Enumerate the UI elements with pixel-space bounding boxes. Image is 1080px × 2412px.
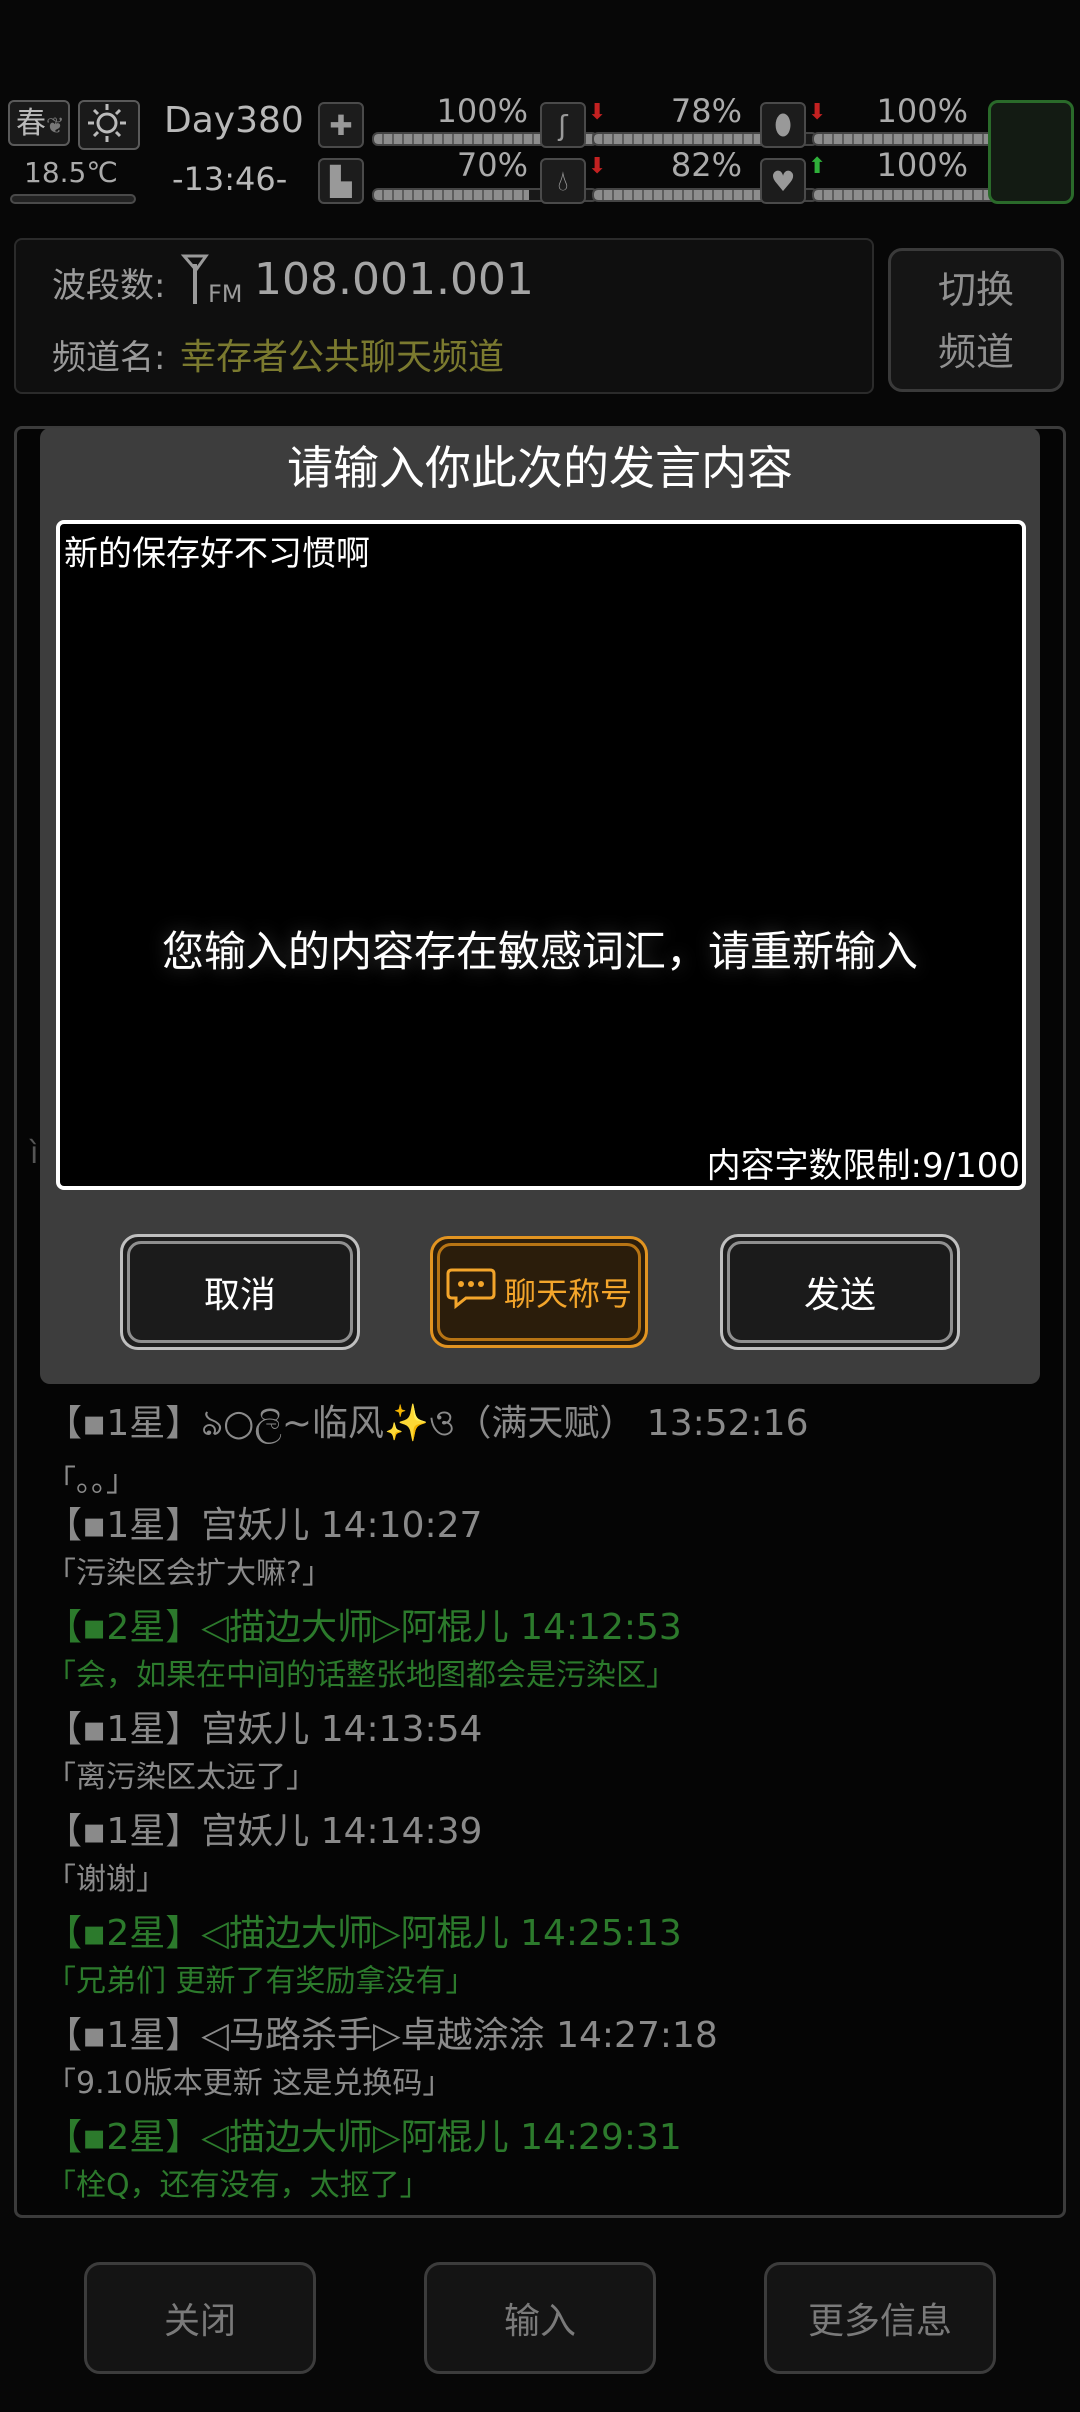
sensitive-word-toast: 您输入的内容存在敏感词汇，请重新输入 bbox=[161, 927, 918, 976]
stat-thirst-value: 82% bbox=[670, 146, 742, 184]
list-item: 【▪1星】ঌ○ලි~临风✨ও（满天赋） 13:52:16 「。。」 bbox=[46, 1394, 809, 1499]
char-limit-counter: 内容字数限制:9/100 bbox=[706, 1146, 1020, 1186]
message-body: 「会，如果在中间的话整张地图都会是污染区」 bbox=[46, 1658, 676, 1693]
message-header: 【▪2星】◁描边大师▷阿棍儿 14:12:53 bbox=[46, 1607, 682, 1648]
cancel-button[interactable]: 取消 bbox=[120, 1234, 360, 1350]
svg-text:FM: FM bbox=[208, 280, 243, 308]
leaf-icon: ❦ bbox=[46, 114, 65, 139]
switch-channel-line2: 频道 bbox=[937, 330, 1014, 374]
close-button[interactable]: 关闭 bbox=[84, 2262, 316, 2374]
list-item: 【▪1星】宫妖儿 14:10:27 「污染区会扩大嘛?」 bbox=[46, 1496, 808, 1598]
antenna-icon: FM bbox=[180, 252, 246, 312]
list-item: 【▪1星】◁马路杀手▷卓越涂涂 14:27:18 「9.10版本更新 这是兑换码… bbox=[46, 2006, 808, 2108]
temperature-bar bbox=[10, 194, 136, 204]
message-header: 【▪2星】◁描边大师▷阿棍儿 14:29:31 bbox=[46, 2117, 682, 2158]
stat-mood-value: 100% bbox=[876, 92, 968, 130]
more-info-button[interactable]: 更多信息 bbox=[764, 2262, 996, 2374]
message-text-area[interactable] bbox=[56, 520, 1026, 1190]
chat-bubble-icon bbox=[446, 1266, 496, 1318]
message-body: 「。。」 bbox=[46, 1464, 136, 1499]
message-body: 「污染区会扩大嘛?」 bbox=[46, 1556, 332, 1591]
chat-title-button[interactable]: 聊天称号 bbox=[430, 1236, 648, 1348]
switch-channel-line1: 切换 bbox=[937, 268, 1014, 312]
message-header: 【▪1星】宫妖儿 14:13:54 bbox=[46, 1709, 483, 1750]
chat-edge-glyph: ì bbox=[30, 1136, 39, 1171]
channel-label: 频道名: bbox=[52, 338, 166, 378]
stat-life-value: 100% bbox=[876, 146, 968, 184]
cancel-button-label: 取消 bbox=[127, 1241, 353, 1343]
stat-stamina-value: 70% bbox=[456, 146, 528, 184]
switch-channel-button[interactable]: 切换 频道 bbox=[888, 248, 1064, 392]
list-item: 【▪2星】◁描边大师▷阿棍儿 14:12:53 「会，如果在中间的话整张地图都会… bbox=[46, 1598, 808, 1700]
list-item: 【▪1星】宫妖儿 14:13:54 「离污染区太远了」 bbox=[46, 1700, 808, 1802]
chat-message-list: 【▪1星】ঌ○ලි~临风✨ও（满天赋） 13:52:16 「。。」 【▪1星】宫… bbox=[46, 1394, 808, 2210]
channel-name: 幸存者公共聊天频道 bbox=[180, 337, 505, 378]
message-input-value[interactable]: 新的保存好不习惯啊 bbox=[64, 526, 370, 575]
stat-thirst-fill bbox=[594, 190, 777, 200]
status-slot-button[interactable] bbox=[988, 100, 1074, 204]
send-button-label: 发送 bbox=[727, 1241, 953, 1343]
dialog-title: 请输入你此次的发言内容 bbox=[287, 441, 793, 495]
day-counter: Day380 bbox=[164, 100, 304, 141]
season-indicator: 春❦ bbox=[8, 100, 70, 146]
message-header: 【▪1星】宫妖儿 14:10:27 bbox=[46, 1505, 483, 1546]
game-time: -13:46- bbox=[172, 160, 288, 198]
message-header: 【▪1星】ঌ○ලි~临风✨ও（满天赋） 13:52:16 bbox=[46, 1403, 809, 1444]
message-header: 【▪1星】◁马路杀手▷卓越涂涂 14:27:18 bbox=[46, 2015, 718, 2056]
message-header: 【▪1星】宫妖儿 14:14:39 bbox=[46, 1811, 483, 1852]
message-body: 「离污染区太远了」 bbox=[46, 1760, 316, 1795]
message-body: 「兄弟们 更新了有奖励拿没有」 bbox=[46, 1964, 476, 1999]
list-item: 【▪2星】◁描边大师▷阿棍儿 14:25:13 「兄弟们 更新了有奖励拿没有」 bbox=[46, 1904, 808, 2006]
send-button[interactable]: 发送 bbox=[720, 1234, 960, 1350]
stat-stamina-fill bbox=[374, 190, 530, 200]
band-label: 波段数: bbox=[52, 266, 166, 306]
input-button[interactable]: 输入 bbox=[424, 2262, 656, 2374]
message-body: 「栓Q，还有没有，太抠了」 bbox=[46, 2168, 430, 2203]
message-header: 【▪2星】◁描边大师▷阿棍儿 14:25:13 bbox=[46, 1913, 682, 1954]
frequency-value: 108.001.001 bbox=[254, 254, 534, 305]
season-label: 春 bbox=[16, 106, 46, 141]
list-item: 【▪2星】◁描边大师▷阿棍儿 14:29:31 「栓Q，还有没有，太抠了」 bbox=[46, 2108, 808, 2210]
chat-title-label: 聊天称号 bbox=[503, 1275, 632, 1313]
stat-hunger-fill bbox=[594, 134, 768, 144]
list-item: 【▪1星】宫妖儿 14:14:39 「谢谢」 bbox=[46, 1802, 808, 1904]
stat-hunger-value: 78% bbox=[670, 92, 742, 130]
message-body: 「谢谢」 bbox=[46, 1862, 166, 1897]
stat-health-value: 100% bbox=[436, 92, 528, 130]
weather-sun-icon bbox=[78, 100, 140, 150]
message-body: 「9.10版本更新 这是兑换码」 bbox=[46, 2066, 453, 2101]
